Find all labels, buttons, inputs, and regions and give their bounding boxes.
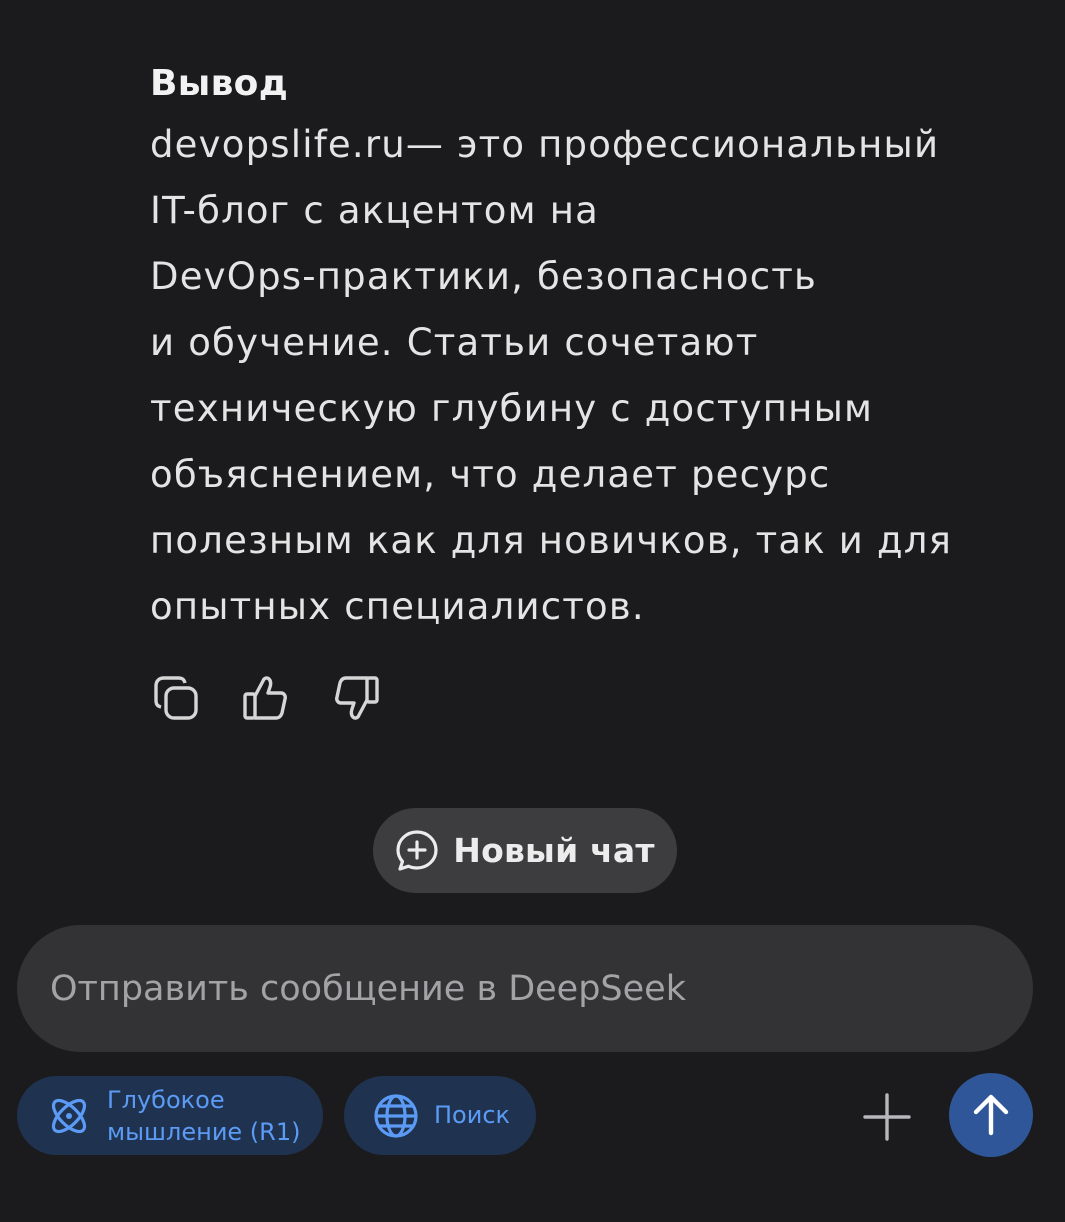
send-button[interactable] — [949, 1073, 1033, 1157]
thumbs-up-icon — [243, 676, 287, 720]
chat-plus-icon — [396, 829, 438, 871]
message-line: объяснением, что делает ресурс — [150, 453, 831, 496]
search-label: Поиск — [434, 1101, 511, 1129]
globe-icon — [373, 1093, 419, 1139]
attach-button[interactable] — [860, 1090, 914, 1144]
assistant-message: Вывод devopslife.ru— это профессиональны… — [150, 56, 1030, 640]
message-line: devopslife.ru— это профессиональный — [150, 123, 940, 166]
message-input[interactable] — [50, 925, 1000, 1052]
message-line: IT-блог с акцентом на — [150, 189, 599, 232]
copy-button[interactable] — [150, 672, 202, 724]
new-chat-button[interactable]: Новый чат — [373, 808, 677, 893]
plus-icon — [863, 1093, 911, 1141]
dislike-button[interactable] — [330, 672, 382, 724]
atom-icon — [45, 1092, 93, 1140]
new-chat-label: Новый чат — [453, 831, 655, 870]
like-button[interactable] — [240, 672, 292, 724]
message-line: опытных специалистов. — [150, 585, 645, 628]
deep-thinking-toggle[interactable]: Глубокое мышление (R1) — [17, 1076, 323, 1155]
message-line: полезным как для новичков, так и для — [150, 519, 953, 562]
thumbs-down-icon — [335, 676, 379, 720]
deep-thinking-label: Глубокое мышление (R1) — [107, 1086, 301, 1146]
message-line: DevOps-практики, безопасность — [150, 255, 818, 298]
search-toggle[interactable]: Поиск — [344, 1076, 536, 1155]
message-line: и обучение. Статьи сочетают — [150, 321, 759, 364]
message-body: devopslife.ru— это профессиональный IT-б… — [150, 112, 1030, 640]
message-line: техническую глубину с доступным — [150, 387, 874, 430]
message-composer — [17, 925, 1033, 1052]
copy-icon — [154, 676, 198, 720]
arrow-up-icon — [973, 1094, 1009, 1136]
message-heading: Вывод — [150, 63, 289, 104]
